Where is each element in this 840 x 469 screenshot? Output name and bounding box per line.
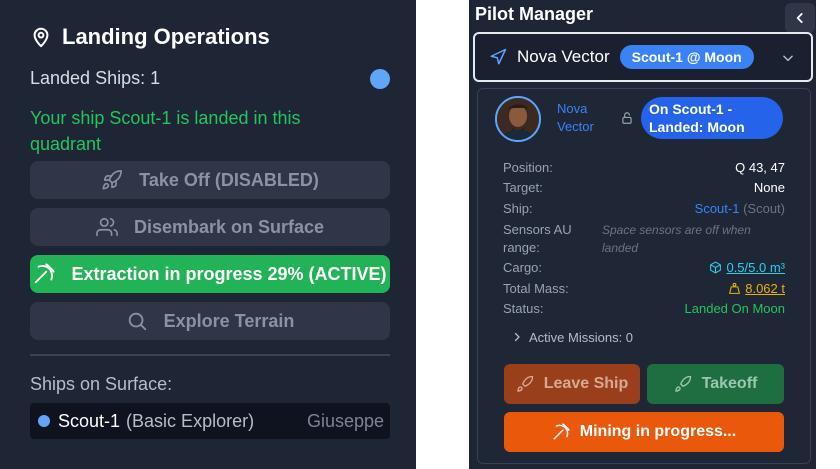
disembark-button[interactable]: Disembark on Surface: [30, 208, 390, 246]
avatar: [495, 96, 541, 142]
surface-label: Ships on Surface:: [30, 374, 173, 394]
surface-ship-type: (Basic Explorer): [126, 410, 255, 431]
lock-icon: [622, 112, 632, 124]
rocket-icon: [102, 170, 123, 190]
pilot-manager-title: Pilot Manager: [475, 4, 594, 24]
pilot-manager-panel: Pilot Manager Nova Vector Scout-1 @ Moon…: [469, 0, 816, 469]
mining-button[interactable]: Mining in progress...: [504, 412, 784, 452]
disembark-label: Disembark on Surface: [133, 216, 325, 237]
landed-message: Your ship Scout-1 is landed in this quad…: [30, 108, 301, 154]
takeoff-label: Takeoff: [701, 375, 758, 392]
explore-terrain-label: Explore Terrain: [163, 310, 295, 331]
ship-row: Ship: Scout-1 (Scout): [503, 201, 785, 216]
ship-label: Ship:: [503, 201, 533, 216]
position-row: Position: Q 43, 47: [503, 160, 785, 175]
take-off-button[interactable]: Take Off (DISABLED): [30, 161, 390, 199]
mining-label: Mining in progress...: [579, 423, 737, 440]
ship-class: (Scout): [743, 201, 785, 216]
target-row: Target: None: [503, 180, 785, 195]
rocket-icon: [674, 375, 691, 392]
pickaxe-icon: [35, 263, 55, 284]
divider: [30, 354, 390, 356]
mass-text: 8.062 t: [745, 281, 785, 296]
collapse-button[interactable]: [785, 3, 815, 33]
navigation-icon: [490, 48, 507, 65]
users-icon: [96, 217, 118, 237]
pilot-name-link[interactable]: Nova Vector: [557, 100, 601, 136]
cargo-label: Cargo:: [503, 260, 543, 275]
search-icon: [128, 312, 146, 331]
surface-ship-name: Scout-1: [58, 410, 121, 431]
leave-ship-label: Leave Ship: [543, 375, 629, 392]
mass-value[interactable]: 8.062 t: [728, 281, 785, 296]
status-dot: [370, 68, 390, 89]
extraction-button[interactable]: Extraction in progress 29% (ACTIVE): [30, 255, 390, 293]
landed-ships-count: Landed Ships: 1: [30, 68, 161, 88]
ship-name-link[interactable]: Scout-1: [695, 201, 740, 216]
leave-ship-button[interactable]: Leave Ship: [504, 364, 640, 404]
location-badge: Scout-1 @ Moon: [619, 45, 754, 69]
chevron-left-icon: [796, 13, 803, 23]
takeoff-button[interactable]: Takeoff: [647, 364, 784, 404]
take-off-label: Take Off (DISABLED): [139, 169, 319, 190]
mass-label: Total Mass:: [503, 281, 569, 296]
extraction-label: Extraction in progress 29% (ACTIVE): [71, 263, 387, 284]
status-value: Landed On Moon: [684, 301, 785, 316]
sensors-value: Space sensors are off when landed: [602, 223, 751, 255]
position-label: Position:: [503, 160, 553, 175]
landing-operations-panel: Landing Operations Landed Ships: 1 Your …: [0, 0, 416, 469]
target-value: None: [753, 180, 785, 195]
surface-ship-row[interactable]: Scout-1 (Basic Explorer) Giuseppe: [30, 403, 390, 439]
active-missions-toggle[interactable]: Active Missions: 0: [511, 330, 633, 345]
mass-row: Total Mass: 8.062 t: [503, 281, 785, 296]
landed-ships-row: Landed Ships: 1: [30, 68, 390, 89]
sensors-label: Sensors AU range:: [503, 222, 572, 255]
selected-pilot-name: Nova Vector: [517, 47, 610, 66]
cargo-row: Cargo: 0.5/5.0 m³: [503, 260, 785, 275]
pickaxe-icon: [553, 423, 570, 440]
explore-terrain-button[interactable]: Explore Terrain: [30, 302, 390, 340]
cube-icon: [710, 261, 722, 274]
weight-icon: [729, 282, 741, 294]
pilot-status-badge: On Scout-1 - Landed: Moon: [641, 97, 783, 139]
pilot-select[interactable]: Nova Vector Scout-1 @ Moon: [473, 32, 813, 82]
map-pin-icon: [33, 27, 49, 48]
status-label: Status:: [503, 301, 544, 316]
ship-dot: [38, 415, 50, 427]
landing-title-text: Landing Operations: [62, 24, 270, 49]
target-label: Target:: [503, 180, 543, 195]
pilot-card: [477, 88, 811, 464]
cargo-text: 0.5/5.0 m³: [726, 260, 785, 275]
position-value: Q 43, 47: [735, 160, 785, 175]
rocket-icon: [516, 375, 533, 392]
chevron-down-icon: [783, 55, 793, 62]
status-row: Status: Landed On Moon: [503, 301, 785, 316]
active-missions-label: Active Missions: 0: [529, 330, 634, 345]
ship-value[interactable]: Scout-1 (Scout): [695, 201, 785, 216]
cargo-value[interactable]: 0.5/5.0 m³: [709, 260, 785, 275]
surface-ship-pilot: Giuseppe: [306, 410, 384, 431]
pilot-portrait: [497, 98, 539, 140]
chevron-right-icon: [514, 332, 520, 342]
landing-title: Landing Operations: [30, 24, 270, 50]
